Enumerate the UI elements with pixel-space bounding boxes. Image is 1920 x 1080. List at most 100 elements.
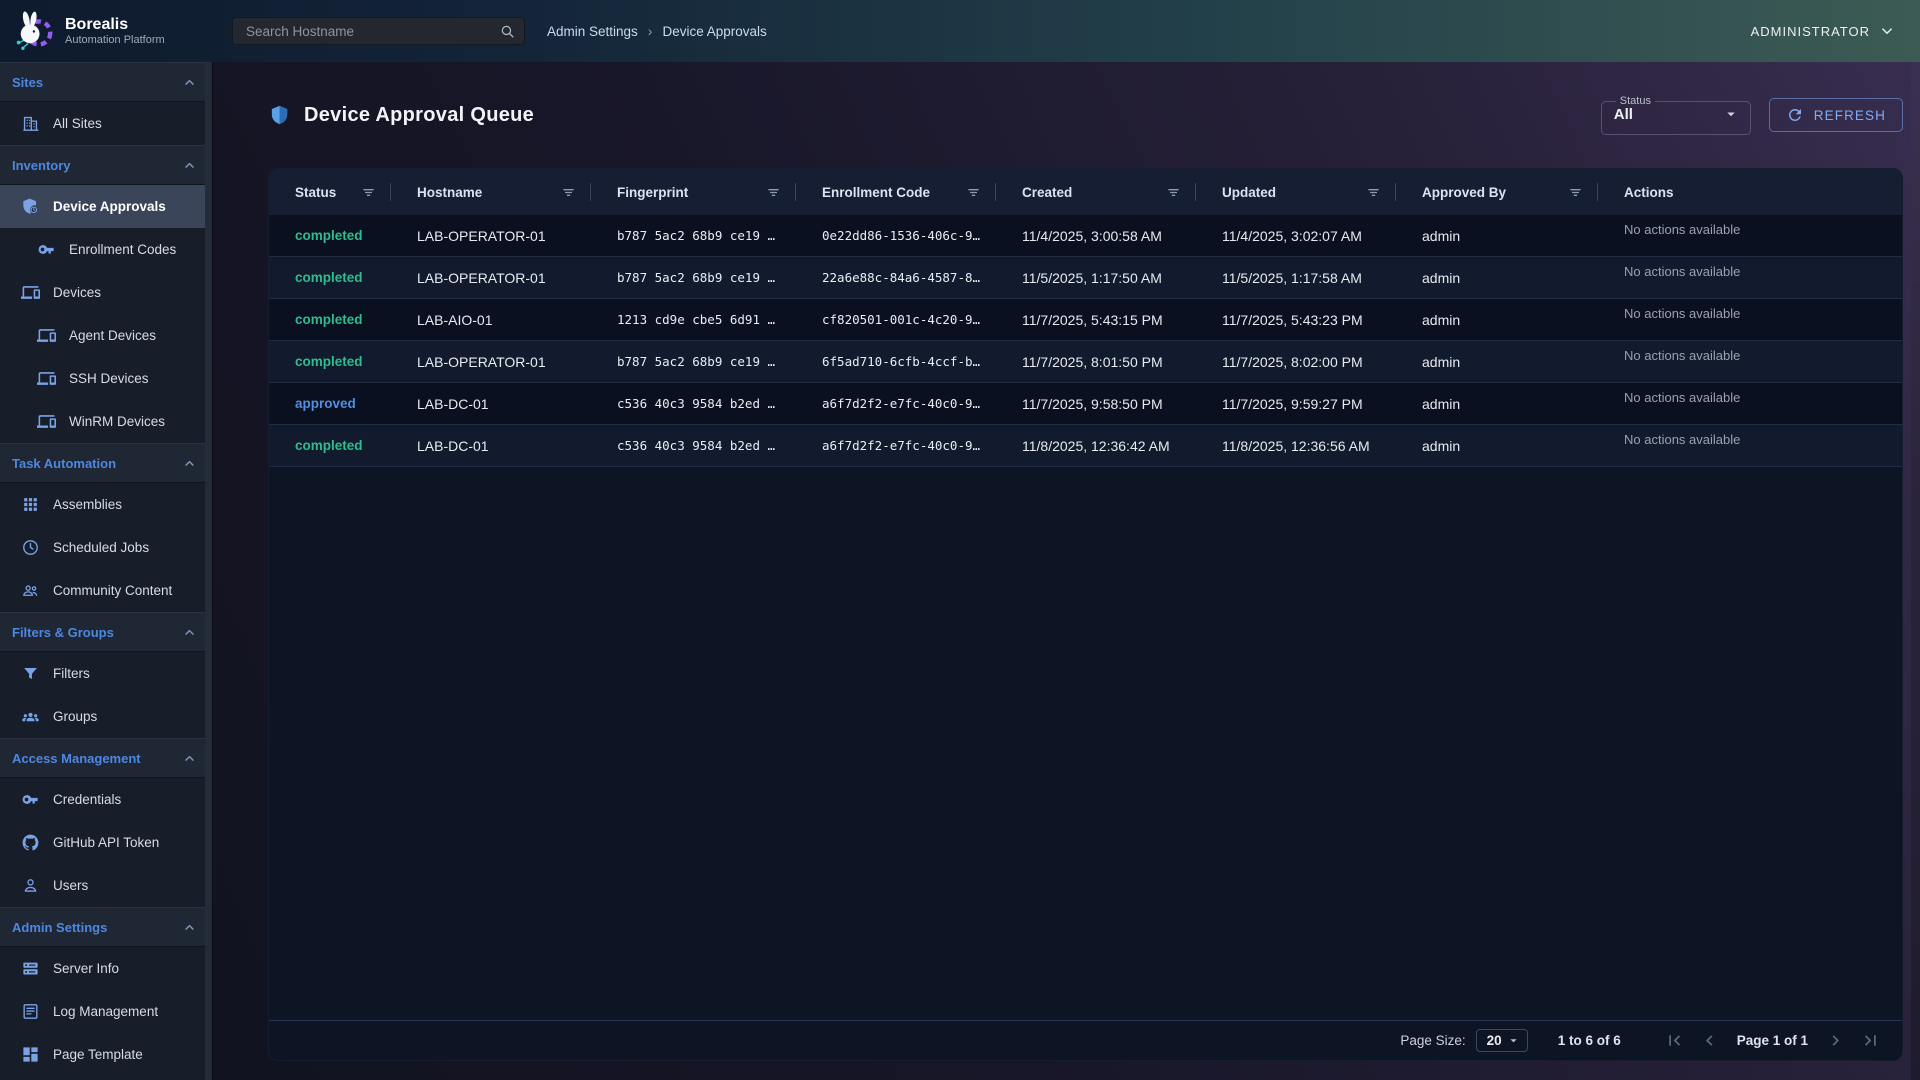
devices-icon (21, 283, 40, 302)
sidebar-item-label: Assemblies (53, 497, 122, 512)
cell-status: completed (269, 438, 391, 453)
sidebar-section-access-management[interactable]: Access Management (0, 738, 212, 778)
sidebar-item-filters[interactable]: Filters (0, 652, 212, 695)
column-header-fingerprint[interactable]: Fingerprint (591, 169, 796, 215)
filter-lines-icon[interactable] (1165, 184, 1182, 201)
column-header-hostname[interactable]: Hostname (391, 169, 591, 215)
sidebar-section-task-automation[interactable]: Task Automation (0, 443, 212, 483)
user-menu-label: ADMINISTRATOR (1751, 24, 1870, 39)
shield-clock-icon (21, 197, 40, 216)
cell-approved-by: admin (1396, 228, 1598, 244)
breadcrumb-item-device-approvals[interactable]: Device Approvals (662, 24, 766, 39)
column-label: Hostname (417, 185, 482, 200)
caret-down-icon (1722, 105, 1740, 123)
sidebar-item-community-content[interactable]: Community Content (0, 569, 212, 612)
column-header-approved-by[interactable]: Approved By (1396, 169, 1598, 215)
sidebar-item-enrollment-codes[interactable]: Enrollment Codes (0, 228, 212, 271)
sidebar-item-users[interactable]: Users (0, 864, 212, 907)
key-icon (21, 790, 40, 809)
sidebar-navigation: SitesAll SitesInventory Device Approvals E… (0, 62, 213, 1080)
sidebar-scrollbar[interactable] (205, 62, 212, 1080)
cell-updated: 11/7/2025, 5:43:23 PM (1196, 312, 1396, 328)
last-page-icon[interactable] (1860, 1030, 1881, 1051)
table-empty-area (269, 467, 1902, 1020)
column-header-enrollment-code[interactable]: Enrollment Code (796, 169, 996, 215)
previous-page-icon[interactable] (1699, 1030, 1720, 1051)
sidebar-item-assemblies[interactable]: Assemblies (0, 483, 212, 526)
sidebar-item-ssh-devices[interactable]: SSH Devices (0, 357, 212, 400)
sidebar-item-device-approvals[interactable]: Device Approvals (0, 185, 212, 228)
filter-lines-icon[interactable] (560, 184, 577, 201)
table-row[interactable]: completedLAB-AIO-011213 cd9e cbe5 6d91 …… (269, 299, 1902, 341)
sidebar-item-agent-devices[interactable]: Agent Devices (0, 314, 212, 357)
clock-icon (21, 538, 40, 557)
sidebar-item-credentials[interactable]: Credentials (0, 778, 212, 821)
user-menu-button[interactable]: ADMINISTRATOR (1751, 22, 1896, 40)
page-header: Device Approval Queue Status All REFRESH (268, 62, 1903, 168)
cell-fingerprint: b787 5ac2 68b9 ce19 … (591, 270, 796, 285)
status-filter-select[interactable]: Status All (1601, 95, 1751, 135)
filter-lines-icon[interactable] (765, 184, 782, 201)
column-header-status[interactable]: Status (269, 169, 391, 215)
refresh-icon (1786, 106, 1804, 124)
sidebar-section-filters-groups[interactable]: Filters & Groups (0, 612, 212, 652)
brand-logo-area[interactable]: Borealis Automation Platform (0, 8, 213, 54)
cell-enrollment: a6f7d2f2-e7fc-40c0-9… (796, 438, 996, 453)
column-header-actions[interactable]: Actions (1598, 169, 1902, 215)
sidebar-section-label: Task Automation (12, 456, 116, 471)
sidebar-section-inventory[interactable]: Inventory (0, 145, 212, 185)
hostname-search-box[interactable] (232, 17, 525, 45)
main-scrollbar[interactable] (1911, 62, 1920, 1080)
cell-updated: 11/7/2025, 9:59:27 PM (1196, 396, 1396, 412)
table-row[interactable]: approvedLAB-DC-01c536 40c3 9584 b2ed …a6… (269, 383, 1902, 425)
log-icon (21, 1002, 40, 1021)
sidebar-item-winrm-devices[interactable]: WinRM Devices (0, 400, 212, 443)
cell-enrollment: a6f7d2f2-e7fc-40c0-9… (796, 396, 996, 411)
cell-approved-by: admin (1396, 396, 1598, 412)
sidebar-item-scheduled-jobs[interactable]: Scheduled Jobs (0, 526, 212, 569)
filter-lines-icon[interactable] (360, 184, 377, 201)
table-row[interactable]: completedLAB-OPERATOR-01b787 5ac2 68b9 c… (269, 341, 1902, 383)
search-input[interactable] (244, 23, 499, 40)
sidebar-item-server-info[interactable]: Server Info (0, 947, 212, 990)
first-page-icon[interactable] (1664, 1030, 1685, 1051)
sidebar-item-github-api-token[interactable]: GitHub API Token (0, 821, 212, 864)
column-header-created[interactable]: Created (996, 169, 1196, 215)
table-row[interactable]: completedLAB-DC-01c536 40c3 9584 b2ed …a… (269, 425, 1902, 467)
cell-status: completed (269, 228, 391, 243)
breadcrumb-item-admin-settings[interactable]: Admin Settings (547, 24, 638, 39)
sidebar-section-admin-settings[interactable]: Admin Settings (0, 907, 212, 947)
filter-lines-icon[interactable] (1567, 184, 1584, 201)
table-row[interactable]: completedLAB-OPERATOR-01b787 5ac2 68b9 c… (269, 215, 1902, 257)
filter-lines-icon[interactable] (1365, 184, 1382, 201)
page-size-value: 20 (1487, 1033, 1502, 1048)
refresh-button[interactable]: REFRESH (1769, 98, 1903, 132)
cell-enrollment: cf820501-001c-4c20-9… (796, 312, 996, 327)
refresh-button-label: REFRESH (1814, 108, 1886, 123)
sidebar-item-groups[interactable]: Groups (0, 695, 212, 738)
cell-hostname: LAB-OPERATOR-01 (391, 270, 591, 286)
page-size-select[interactable]: 20 (1476, 1029, 1528, 1052)
cell-updated: 11/4/2025, 3:02:07 AM (1196, 228, 1396, 244)
filter-lines-icon[interactable] (965, 184, 982, 201)
sidebar-item-devices[interactable]: Devices (0, 271, 212, 314)
sidebar-item-page-template[interactable]: Page Template (0, 1033, 212, 1076)
sidebar-item-log-management[interactable]: Log Management (0, 990, 212, 1033)
next-page-icon[interactable] (1825, 1030, 1846, 1051)
sidebar-item-label: Scheduled Jobs (53, 540, 149, 555)
sidebar-item-label: Users (53, 878, 88, 893)
sidebar-item-all-sites[interactable]: All Sites (0, 102, 212, 145)
column-header-updated[interactable]: Updated (1196, 169, 1396, 215)
table-body: completed LAB-OPERATOR-01b787 5ac2 68b9 c… (269, 215, 1902, 467)
borealis-rabbit-logo-icon (10, 8, 56, 54)
cell-created: 11/7/2025, 8:01:50 PM (996, 354, 1196, 370)
sidebar-section-sites[interactable]: Sites (0, 62, 212, 102)
search-icon[interactable] (499, 23, 516, 40)
table-row[interactable]: completedLAB-OPERATOR-01b787 5ac2 68b9 c… (269, 257, 1902, 299)
column-label: Status (295, 185, 336, 200)
sidebar-item-label: Device Approvals (53, 199, 166, 214)
chevron-up-icon (182, 625, 197, 640)
chevron-up-icon (182, 456, 197, 471)
template-icon (21, 1045, 40, 1064)
device-approval-table: Status Hostname FingerprintEnrollment Code… (268, 168, 1903, 1061)
